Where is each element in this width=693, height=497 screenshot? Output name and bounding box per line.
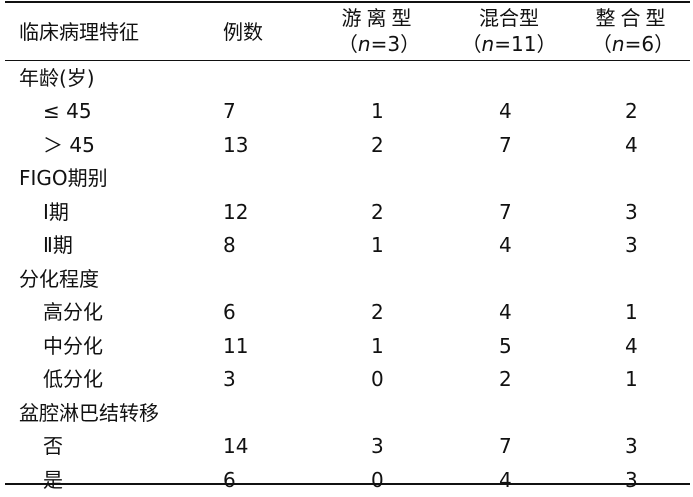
cell-count: 3: [223, 367, 236, 392]
clinicopathological-table: 临床病理特征 例数 游离型 （n=3） 混合型 （n=11） 整合型 （n=6）…: [5, 1, 690, 492]
header-mixed-n-prefix: （: [461, 32, 482, 56]
table-row: ＞ 45 13 2 7 4: [5, 128, 690, 162]
cell-whole: 1: [625, 367, 638, 392]
row-label: Ⅰ期: [43, 199, 69, 224]
cell-count: 7: [223, 99, 236, 124]
row-label: 中分化: [43, 333, 103, 358]
table-row: 否 14 3 7 3: [5, 430, 690, 464]
row-label: Ⅱ期: [43, 233, 73, 258]
table-row: ≤ 45 7 1 4 2: [5, 95, 690, 129]
header-whole-n-prefix: （: [591, 32, 612, 56]
row-label: ＞ 45: [43, 132, 95, 157]
group-label: 盆腔淋巴结转移: [19, 400, 159, 425]
cell-whole: 1: [625, 300, 638, 325]
cell-count: 6: [223, 300, 236, 325]
header-mixed-name: 混合型: [479, 6, 539, 30]
header-free-n: （n=3）: [319, 31, 439, 57]
cell-mixed: 2: [499, 367, 512, 392]
table-row: 是 6 0 4 3: [5, 463, 690, 497]
cell-free: 0: [371, 367, 384, 392]
row-label: 是: [43, 467, 63, 492]
header-whole-n-label: n: [611, 32, 625, 56]
row-label: 否: [43, 434, 63, 459]
cell-free: 2: [371, 300, 384, 325]
cell-whole: 3: [625, 199, 638, 224]
cell-mixed: 4: [499, 99, 512, 124]
cell-free: 3: [371, 434, 384, 459]
table-row: 中分化 11 1 5 4: [5, 329, 690, 363]
header-mixed-n-value: =11）: [494, 32, 557, 56]
table-row: 低分化 3 0 2 1: [5, 363, 690, 397]
cell-count: 12: [223, 199, 249, 224]
header-free-n-prefix: （: [337, 32, 358, 56]
header-mixed-n-label: n: [481, 32, 495, 56]
header-whole-type: 整合型 （n=6）: [573, 5, 693, 57]
cell-whole: 3: [625, 233, 638, 258]
cell-count: 13: [223, 132, 249, 157]
table-bottom-rule: [5, 483, 690, 485]
cell-count: 14: [223, 434, 249, 459]
cell-mixed: 7: [499, 132, 512, 157]
cell-mixed: 4: [499, 300, 512, 325]
cell-free: 1: [371, 99, 384, 124]
table-row: 高分化 6 2 4 1: [5, 296, 690, 330]
cell-mixed: 4: [499, 467, 512, 492]
cell-free: 2: [371, 132, 384, 157]
table-row-group: FIGO期别: [5, 162, 690, 196]
cell-whole: 4: [625, 333, 638, 358]
cell-mixed: 7: [499, 434, 512, 459]
header-free-name: 游离型: [341, 6, 417, 30]
cell-free: 2: [371, 199, 384, 224]
cell-count: 11: [223, 333, 249, 358]
cell-count: 8: [223, 233, 236, 258]
cell-whole: 3: [625, 467, 638, 492]
cell-mixed: 7: [499, 199, 512, 224]
group-label: 年龄(岁): [19, 65, 95, 90]
header-mixed-n: （n=11）: [449, 31, 569, 57]
cell-count: 6: [223, 467, 236, 492]
group-label: 分化程度: [19, 266, 99, 291]
header-whole-n: （n=6）: [573, 31, 693, 57]
table-row-group: 分化程度: [5, 262, 690, 296]
header-mixed-type: 混合型 （n=11）: [449, 5, 569, 57]
table-row-group: 盆腔淋巴结转移: [5, 396, 690, 430]
header-whole-n-value: =6）: [624, 32, 675, 56]
row-label: 高分化: [43, 300, 103, 325]
header-whole-name: 整合型: [595, 6, 671, 30]
header-free-n-value: =3）: [370, 32, 421, 56]
table-row: Ⅰ期 12 2 7 3: [5, 195, 690, 229]
header-count: 例数: [223, 20, 263, 44]
table-row-group: 年龄(岁): [5, 61, 690, 95]
header-feature: 临床病理特征: [19, 20, 139, 44]
header-free-type: 游离型 （n=3）: [319, 5, 439, 57]
cell-whole: 2: [625, 99, 638, 124]
table-header: 临床病理特征 例数 游离型 （n=3） 混合型 （n=11） 整合型 （n=6）: [5, 3, 690, 60]
group-label: FIGO期别: [19, 166, 108, 191]
table-row: Ⅱ期 8 1 4 3: [5, 229, 690, 263]
header-free-n-label: n: [357, 32, 371, 56]
cell-free: 0: [371, 467, 384, 492]
cell-whole: 3: [625, 434, 638, 459]
row-label: ≤ 45: [43, 99, 92, 124]
row-label: 低分化: [43, 367, 103, 392]
cell-free: 1: [371, 233, 384, 258]
cell-whole: 4: [625, 132, 638, 157]
cell-free: 1: [371, 333, 384, 358]
cell-mixed: 4: [499, 233, 512, 258]
table-body: 年龄(岁) ≤ 45 7 1 4 2 ＞ 45 13 2 7 4 FIGO期别 …: [5, 61, 690, 497]
cell-mixed: 5: [499, 333, 512, 358]
